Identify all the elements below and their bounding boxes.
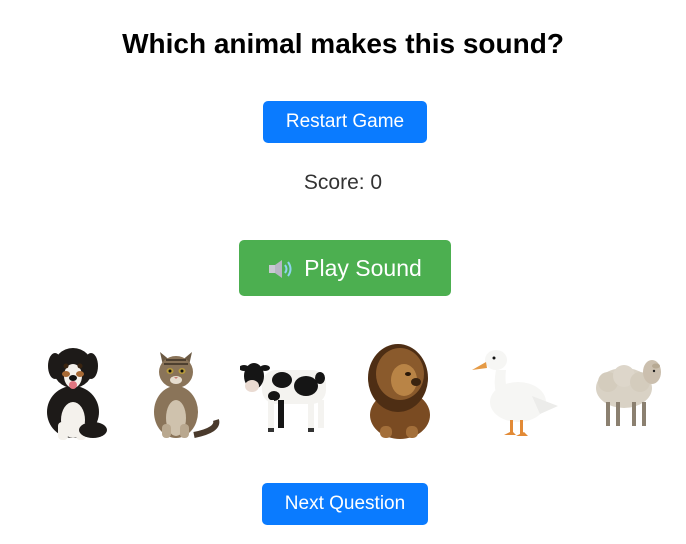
next-question-button[interactable]: Next Question bbox=[262, 483, 428, 525]
restart-game-button[interactable]: Restart Game bbox=[263, 101, 427, 143]
animal-option-sheep[interactable] bbox=[586, 340, 676, 445]
animal-option-cow[interactable] bbox=[240, 340, 330, 445]
play-sound-label: Play Sound bbox=[304, 254, 422, 281]
animal-options bbox=[0, 340, 686, 445]
page-title: Which animal makes this sound? bbox=[122, 28, 564, 59]
cat-image bbox=[154, 352, 220, 438]
animal-option-duck[interactable] bbox=[470, 340, 560, 445]
dog-image bbox=[47, 348, 107, 440]
score-display: Score: 0 bbox=[303, 171, 383, 194]
animal-option-lion[interactable] bbox=[358, 340, 448, 445]
animal-option-dog[interactable] bbox=[28, 340, 118, 445]
sheep-image bbox=[596, 360, 661, 426]
cow-image bbox=[240, 363, 326, 432]
speaker-icon bbox=[268, 258, 294, 278]
play-sound-button[interactable]: Play Sound bbox=[239, 240, 451, 296]
lion-image bbox=[368, 344, 430, 439]
game-page: Which animal makes this sound? Restart G… bbox=[0, 0, 686, 544]
duck-image bbox=[472, 350, 558, 436]
animal-option-cat[interactable] bbox=[134, 340, 224, 445]
